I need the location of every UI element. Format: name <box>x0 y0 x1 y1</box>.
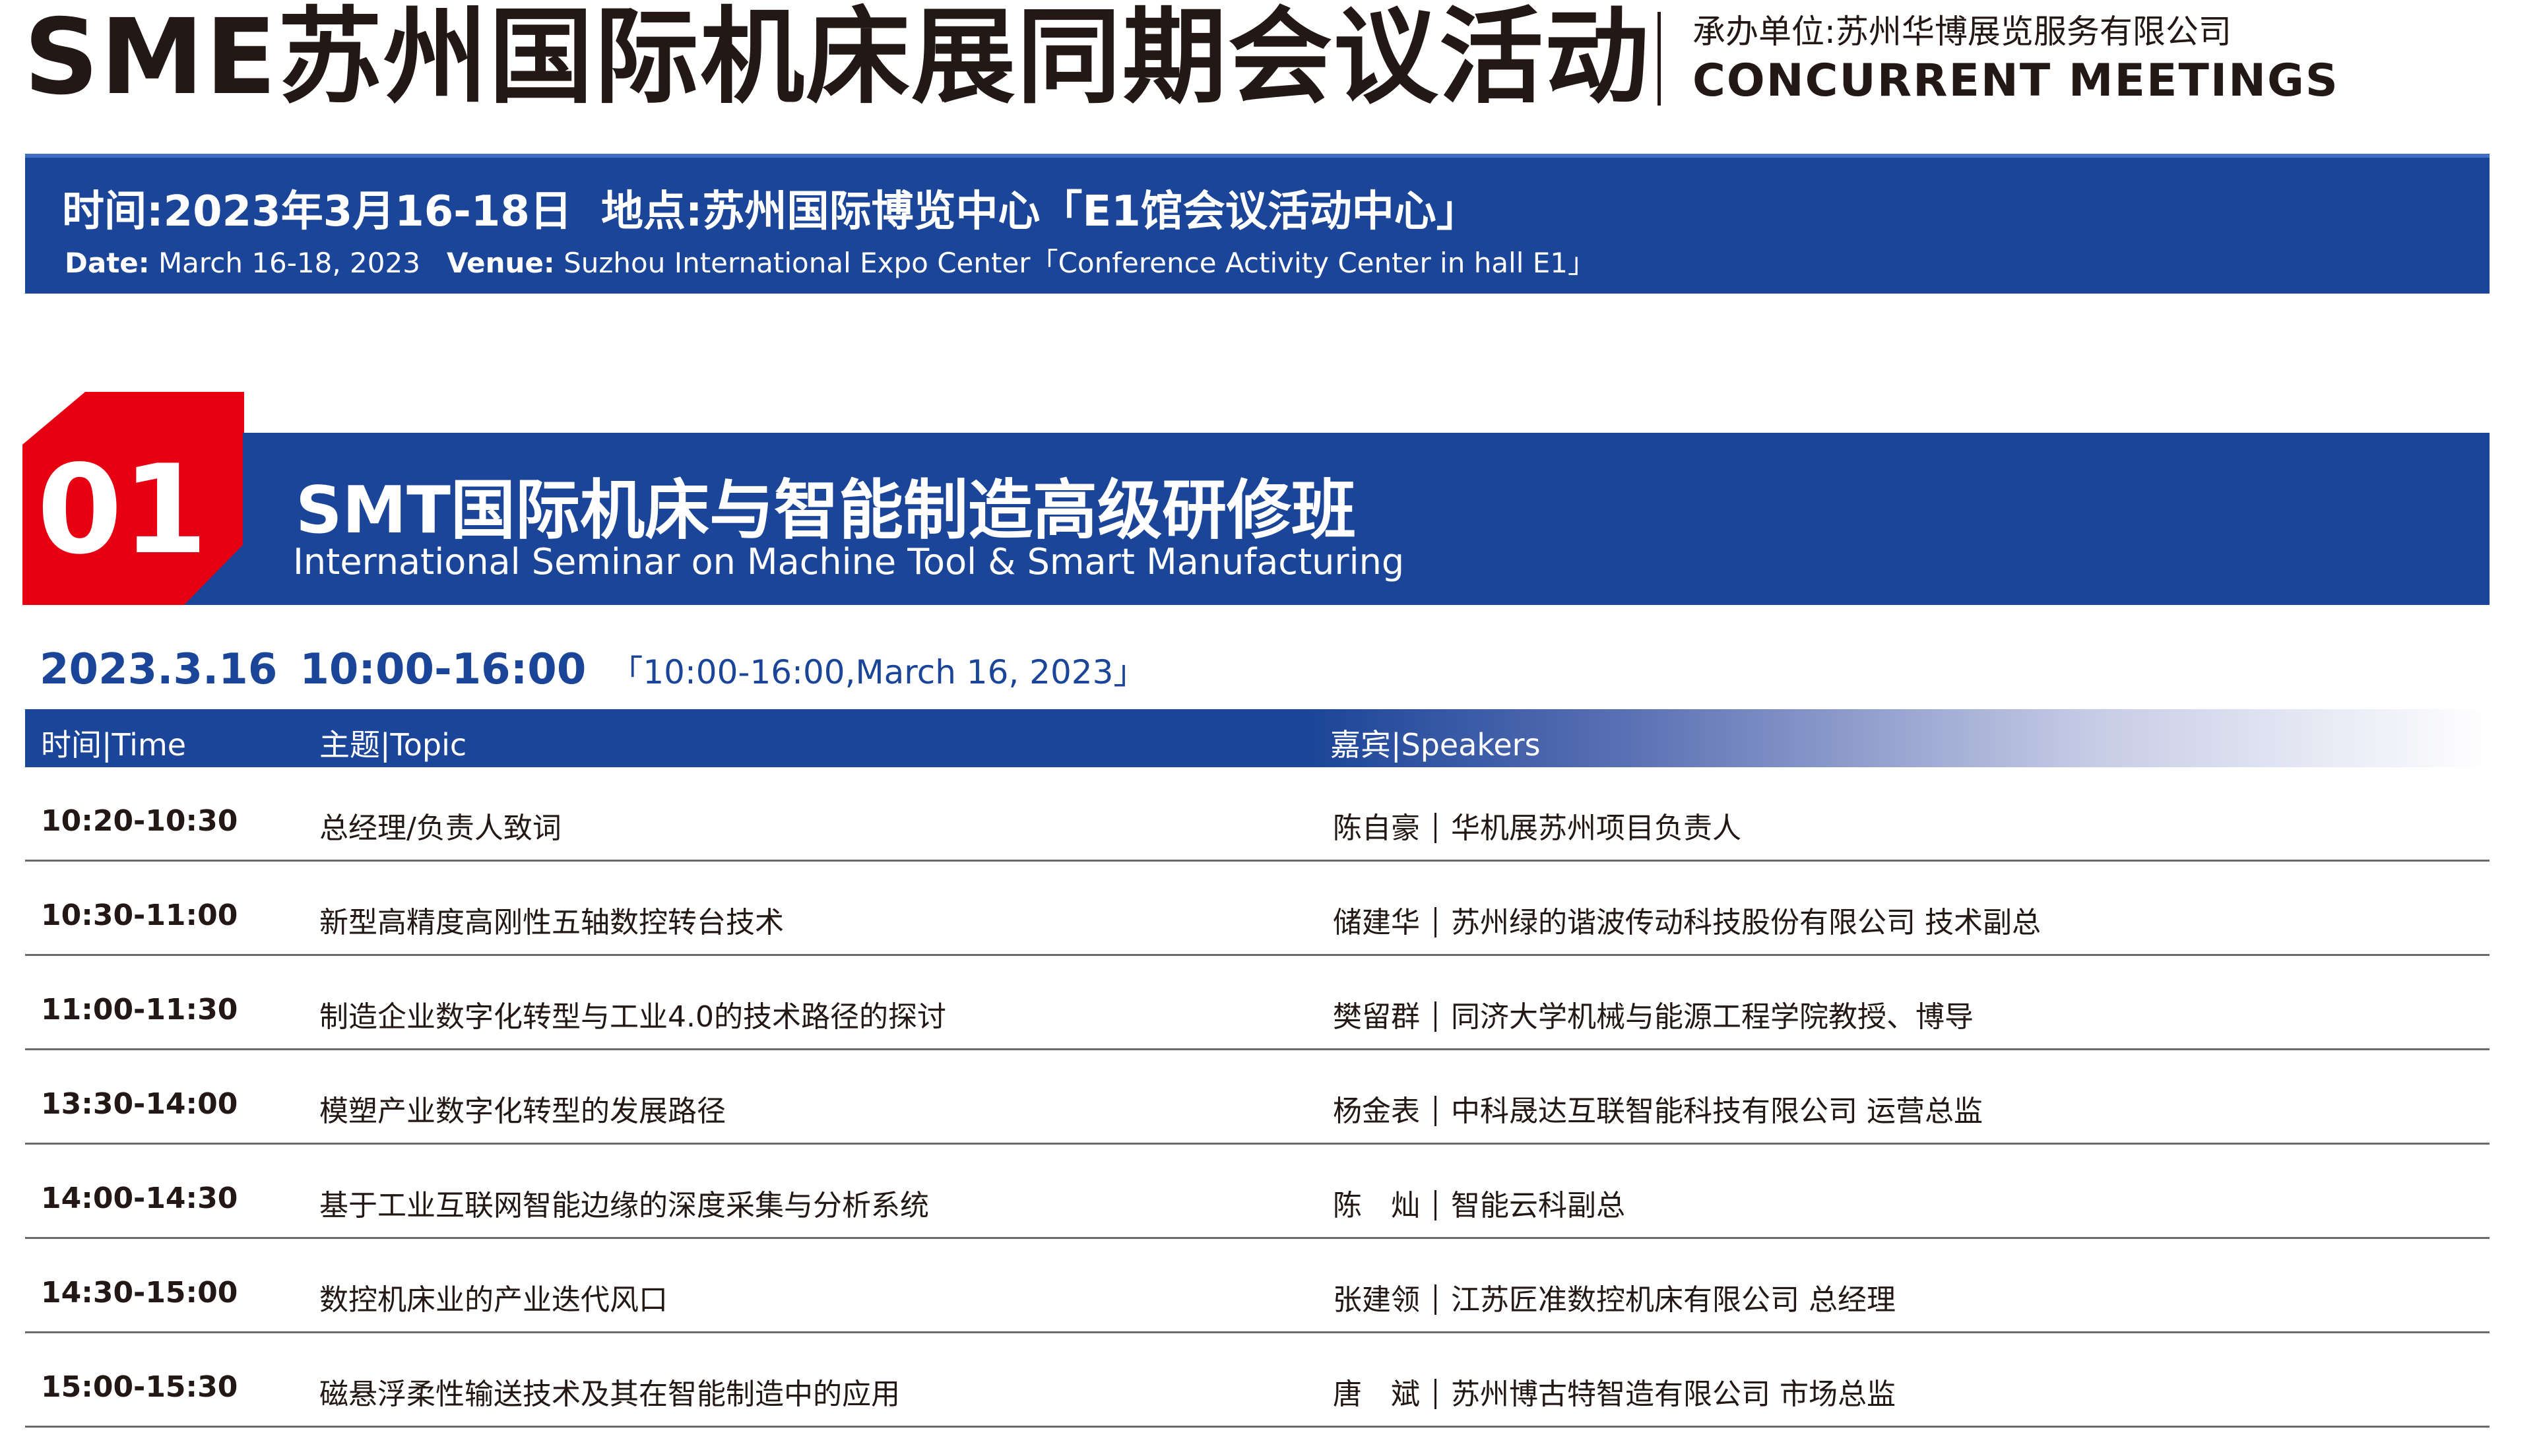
table-row: 10:30-11:00 新型高精度高刚性五轴数控转台技术 储建华 苏州绿的谐波传动… <box>25 862 2490 956</box>
session-date: 2023.3.16 <box>40 645 278 694</box>
row-topic: 总经理/负责人致词 <box>319 811 562 845</box>
speaker-separator <box>1434 1001 1436 1032</box>
row-topic: 数控机床业的产业迭代风口 <box>319 1283 668 1317</box>
speaker-name: 唐 斌 <box>1333 1377 1420 1411</box>
row-topic: 制造企业数字化转型与工业4.0的技术路径的探讨 <box>319 1000 946 1034</box>
title-divider <box>1657 12 1661 106</box>
speaker-title: 中科晟达互联智能科技有限公司 运营总监 <box>1451 1094 1983 1128</box>
row-speaker: 陈 灿智能云科副总 <box>1333 1182 1625 1224</box>
column-header-speakers: 嘉宾|Speakers <box>1330 727 1541 763</box>
event-info-en: Date: March 16-18, 2023 Venue: Suzhou Int… <box>65 241 1595 281</box>
concurrent-meetings-title: CONCURRENT MEETINGS <box>1692 55 2339 107</box>
row-speaker: 储建华 苏州绿的谐波传动科技股份有限公司 技术副总 <box>1333 899 2041 941</box>
row-time: 11:00-11:30 <box>41 993 238 1027</box>
column-header-time: 时间|Time <box>41 727 187 763</box>
session-date-en: 「10:00-16:00,March 16, 2023」 <box>610 653 1147 691</box>
speaker-title: 华机展苏州项目负责人 <box>1451 811 1741 845</box>
session-time: 10:00-16:00 <box>300 645 587 694</box>
section-title-cn: SMT国际机床与智能制造高级研修班 <box>296 473 1356 548</box>
venue-value: Suzhou International Expo Center「Confere… <box>563 247 1595 279</box>
table-row: 15:00-15:30 磁悬浮柔性输送技术及其在智能制造中的应用 唐 斌苏州博古… <box>25 1333 2490 1428</box>
event-info-band: 时间:2023年3月16-18日 地点:苏州国际博览中心「E1馆会议活动中心」 D… <box>25 154 2490 294</box>
date-label: Date: <box>65 247 150 279</box>
table-row: 11:00-11:30 制造企业数字化转型与工业4.0的技术路径的探讨 樊留群同… <box>25 956 2490 1050</box>
table-row: 10:20-10:30 总经理/负责人致词 陈自豪 华机展苏州项目负责人 <box>25 767 2490 862</box>
speaker-separator <box>1434 1096 1436 1126</box>
speaker-name: 樊留群 <box>1333 1000 1420 1034</box>
row-time: 15:00-15:30 <box>41 1370 238 1404</box>
section-title-en: International Seminar on Machine Tool & … <box>293 541 1405 583</box>
speaker-separator <box>1434 813 1436 843</box>
event-time-cn: 时间:2023年3月16-18日 <box>62 187 572 236</box>
row-topic: 新型高精度高刚性五轴数控转台技术 <box>319 906 784 939</box>
speaker-title: 同济大学机械与能源工程学院教授、博导 <box>1451 1000 1974 1034</box>
row-time: 10:20-10:30 <box>41 804 238 838</box>
row-speaker: 杨金表 中科晟达互联智能科技有限公司 运营总监 <box>1333 1087 1983 1129</box>
row-time: 10:30-11:00 <box>41 899 238 932</box>
section-number: 01 <box>37 438 208 581</box>
speaker-name: 陈 灿 <box>1333 1189 1420 1222</box>
organizer-text: 承办单位:苏州华博展览服务有限公司 <box>1692 13 2232 51</box>
schedule-table-body: 10:20-10:30 总经理/负责人致词 陈自豪 华机展苏州项目负责人 10:3… <box>25 767 2490 1428</box>
row-time: 13:30-14:00 <box>41 1087 238 1121</box>
column-header-topic: 主题|Topic <box>319 727 467 763</box>
speaker-title: 江苏匠准数控机床有限公司 总经理 <box>1451 1283 1896 1317</box>
row-speaker: 陈自豪 华机展苏州项目负责人 <box>1333 804 1741 846</box>
speaker-name: 张建领 <box>1333 1283 1420 1317</box>
section-title-band: SMT国际机床与智能制造高级研修班 International Seminar … <box>243 433 2490 605</box>
date-value: March 16-18, 2023 <box>158 247 420 279</box>
event-info-cn: 时间:2023年3月16-18日 地点:苏州国际博览中心「E1馆会议活动中心」 <box>62 177 1479 238</box>
speaker-title: 苏州绿的谐波传动科技股份有限公司 技术副总 <box>1451 906 2041 939</box>
event-venue-cn: 地点:苏州国际博览中心「E1馆会议活动中心」 <box>600 187 1479 236</box>
row-speaker: 樊留群 同济大学机械与能源工程学院教授、博导 <box>1333 993 1974 1035</box>
schedule-table-header: 时间|Time 主题|Topic 嘉宾|Speakers <box>25 709 2490 767</box>
row-speaker: 唐 斌苏州博古特智造有限公司 市场总监 <box>1333 1370 1896 1412</box>
row-time: 14:00-14:30 <box>41 1182 238 1215</box>
table-row: 13:30-14:00 模塑产业数字化转型的发展路径 杨金表 中科晟达互联智能科技… <box>25 1050 2490 1145</box>
speaker-name: 陈自豪 <box>1333 811 1420 845</box>
speaker-name: 杨金表 <box>1333 1094 1420 1128</box>
speaker-separator <box>1434 1284 1436 1315</box>
speaker-name: 储建华 <box>1333 906 1420 939</box>
row-speaker: 张建领 江苏匠准数控机床有限公司 总经理 <box>1333 1276 1896 1318</box>
speaker-separator <box>1434 907 1436 937</box>
table-row: 14:30-15:00 数控机床业的产业迭代风口 张建领 江苏匠准数控机床有限公司… <box>25 1239 2490 1333</box>
session-date-line: 2023.3.16 10:00-16:00 「10:00-16:00,March 1… <box>40 645 1146 694</box>
row-time: 14:30-15:00 <box>41 1276 238 1310</box>
table-row: 14:00-14:30 基于工业互联网智能边缘的深度采集与分析系统 陈 灿智能云… <box>25 1145 2490 1239</box>
row-topic: 模塑产业数字化转型的发展路径 <box>319 1094 726 1128</box>
row-topic: 磁悬浮柔性输送技术及其在智能制造中的应用 <box>319 1377 900 1411</box>
venue-label: Venue: <box>446 247 555 279</box>
page-title: SME苏州国际机床展同期会议活动 <box>24 0 1650 118</box>
speaker-separator <box>1434 1379 1436 1409</box>
speaker-title: 智能云科副总 <box>1451 1189 1625 1222</box>
row-topic: 基于工业互联网智能边缘的深度采集与分析系统 <box>319 1189 929 1222</box>
speaker-separator <box>1434 1190 1436 1220</box>
speaker-title: 苏州博古特智造有限公司 市场总监 <box>1451 1377 1896 1411</box>
